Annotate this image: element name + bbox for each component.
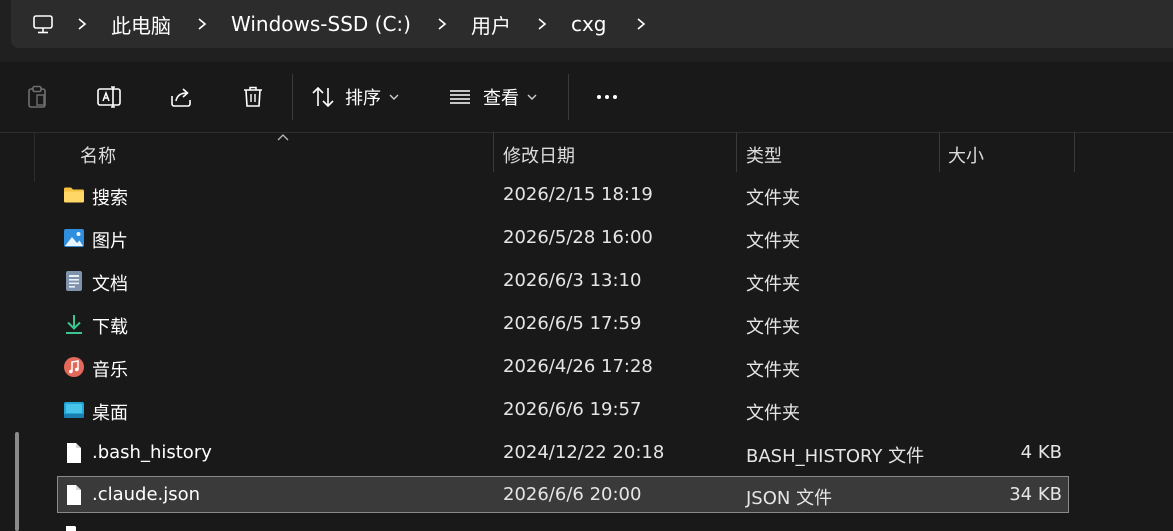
file-name: 桌面 [92, 403, 128, 424]
breadcrumb[interactable]: 此电脑 Windows-SSD (C:) 用户 cxg [11, 0, 1173, 48]
search-folder-icon [64, 187, 84, 203]
breadcrumb-item-drive[interactable]: Windows-SSD (C:) [231, 0, 411, 48]
view-list-icon [450, 90, 470, 104]
view-label: 查看 [483, 88, 519, 109]
file-type: JSON 文件 [746, 488, 833, 509]
breadcrumb-item-this-pc[interactable]: 此电脑 [111, 0, 171, 48]
rename-icon [97, 86, 121, 108]
chevron-right-icon[interactable] [535, 17, 549, 31]
this-pc-icon[interactable] [11, 0, 75, 48]
column-divider[interactable] [1074, 132, 1075, 172]
file-modified: 2026/4/26 17:28 [503, 356, 653, 377]
downloads-folder-icon [66, 315, 82, 334]
column-modified[interactable]: 修改日期 [503, 142, 575, 168]
file-type: BASH_HISTORY 文件 [746, 446, 925, 467]
scrollbar-thumb[interactable] [15, 432, 19, 531]
file-name: .claude.json [92, 484, 201, 505]
column-name[interactable]: 名称 [80, 142, 116, 168]
file-name: 下载 [92, 317, 128, 338]
file-modified: 2026/6/3 13:10 [503, 270, 642, 291]
column-type[interactable]: 类型 [746, 142, 782, 168]
file-type: 文件夹 [746, 403, 800, 424]
column-divider[interactable] [736, 132, 737, 172]
breadcrumb-item-user-folder[interactable]: cxg [571, 0, 607, 48]
trash-icon [244, 86, 262, 107]
column-divider[interactable] [493, 132, 494, 172]
file-icon [67, 443, 81, 463]
sort-ascending-icon [277, 134, 289, 141]
chevron-right-icon[interactable] [75, 17, 89, 31]
table-row-selected[interactable]: .claude.json 2026/6/6 20:00 JSON 文件 34 K… [57, 476, 1069, 513]
file-size: 4 KB [1020, 442, 1062, 463]
file-size: 34 KB [1009, 484, 1062, 505]
command-bar: 排序 查看 [0, 62, 1173, 133]
file-type: 文件夹 [746, 317, 800, 338]
chevron-down-icon [389, 94, 399, 100]
file-modified: 2026/6/5 17:59 [503, 313, 642, 334]
file-modified: 2026/2/15 18:19 [503, 184, 653, 205]
chevron-down-icon [527, 94, 537, 100]
chevron-right-icon[interactable] [435, 17, 449, 31]
breadcrumb-item-users[interactable]: 用户 [471, 0, 511, 48]
paste-button[interactable] [14, 73, 60, 121]
more-options-button[interactable] [584, 73, 630, 121]
sort-button[interactable]: 排序 [310, 73, 420, 121]
sort-label: 排序 [345, 88, 381, 109]
title-area: 此电脑 Windows-SSD (C:) 用户 cxg [0, 0, 1173, 62]
file-type: 文件夹 [746, 231, 800, 252]
file-name: 搜索 [92, 188, 128, 209]
view-button[interactable]: 查看 [446, 73, 556, 121]
clipboard-icon [28, 85, 46, 108]
file-modified: 2026/6/6 19:57 [503, 399, 642, 420]
column-header: 名称 修改日期 类型 大小 [0, 132, 1173, 172]
table-row[interactable]: 音乐 2026/4/26 17:28 文件夹 [57, 348, 1069, 385]
column-divider[interactable] [939, 132, 940, 172]
file-modified: 2026/6/6 20:00 [503, 484, 642, 505]
chevron-right-icon[interactable] [634, 17, 648, 31]
file-icon [67, 485, 81, 505]
table-row[interactable]: 搜索 2026/2/15 18:19 文件夹 [57, 176, 1069, 213]
file-name: 文档 [92, 274, 128, 295]
sort-icon [312, 86, 334, 108]
file-name: 图片 [92, 231, 128, 252]
table-row[interactable]: .bash_history 2024/12/22 20:18 BASH_HIST… [57, 434, 1069, 471]
table-row[interactable]: 下载 2026/6/5 17:59 文件夹 [57, 305, 1069, 342]
more-icon [597, 95, 617, 99]
rename-button[interactable] [86, 73, 132, 121]
file-type: 文件夹 [746, 360, 800, 381]
table-row[interactable]: 文档 2026/6/3 13:10 文件夹 [57, 262, 1069, 299]
file-modified: 2026/5/28 16:00 [503, 227, 653, 248]
column-size[interactable]: 大小 [948, 142, 984, 168]
file-type: 文件夹 [746, 188, 800, 209]
chevron-right-icon[interactable] [195, 17, 209, 31]
pictures-folder-icon [64, 229, 84, 247]
file-modified: 2024/12/22 20:18 [503, 442, 665, 463]
toolbar-divider [568, 74, 569, 120]
documents-folder-icon [66, 271, 82, 291]
share-button[interactable] [158, 73, 204, 121]
file-list: 名称 修改日期 类型 大小 搜索 2026/2/15 18:19 文件夹 图片 … [0, 132, 1173, 531]
file-name: 音乐 [92, 360, 128, 381]
toolbar-divider [292, 74, 293, 120]
desktop-folder-icon [64, 402, 84, 418]
music-folder-icon [64, 357, 84, 377]
file-icon [66, 526, 76, 531]
file-type: 文件夹 [746, 274, 800, 295]
file-name: .bash_history [92, 442, 212, 463]
share-icon [171, 88, 191, 107]
table-row[interactable]: 桌面 2026/6/6 19:57 文件夹 [57, 391, 1069, 428]
delete-button[interactable] [230, 73, 276, 121]
table-row[interactable]: 图片 2026/5/28 16:00 文件夹 [57, 219, 1069, 256]
